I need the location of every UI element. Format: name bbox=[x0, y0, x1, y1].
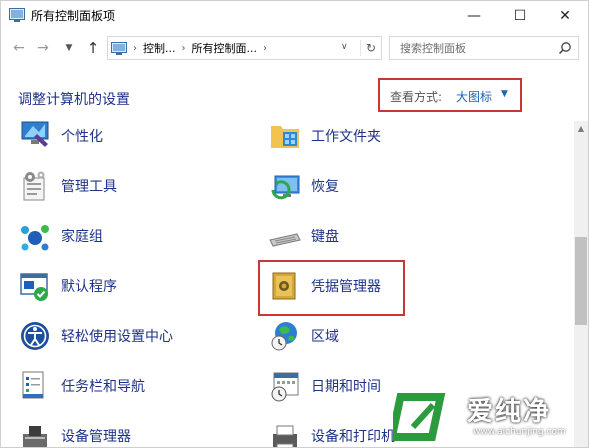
item-region[interactable]: 区域 bbox=[269, 318, 339, 354]
item-label: 轻松使用设置中心 bbox=[61, 329, 173, 345]
chevron-down-icon[interactable]: ▼ bbox=[501, 89, 508, 99]
search-icon[interactable] bbox=[558, 41, 572, 55]
close-icon: ✕ bbox=[559, 8, 571, 24]
refresh-icon: ↻ bbox=[365, 41, 377, 55]
minimize-icon: — bbox=[467, 8, 481, 24]
watermark: 爱纯净 www.aichunjing.com bbox=[393, 385, 588, 447]
homegroup-icon bbox=[21, 225, 49, 251]
item-label: 任务栏和导航 bbox=[61, 379, 145, 395]
device-manager-icon bbox=[23, 426, 47, 447]
scroll-thumb[interactable] bbox=[575, 237, 587, 325]
admin-tools-icon bbox=[23, 171, 45, 201]
back-arrow-icon: ← bbox=[13, 40, 25, 56]
item-default-programs[interactable]: 默认程序 bbox=[19, 268, 117, 304]
item-label: 默认程序 bbox=[61, 279, 117, 295]
chevron-right-icon: › bbox=[263, 42, 267, 54]
item-recovery[interactable]: 恢复 bbox=[269, 168, 339, 204]
recent-locations-button[interactable]: ▼ bbox=[59, 38, 79, 58]
recovery-icon bbox=[271, 175, 300, 200]
taskbar-icon bbox=[22, 371, 44, 399]
view-by-selector[interactable]: 查看方式: 大图标 ▼ bbox=[378, 78, 522, 112]
address-bar[interactable]: › 控制... › 所有控制面... › ∨ ↻ bbox=[107, 36, 382, 60]
forward-arrow-icon: → bbox=[37, 40, 49, 56]
address-dropdown-icon[interactable]: ∨ bbox=[341, 42, 348, 52]
item-label: 设备和打印机 bbox=[311, 429, 395, 445]
item-work-folders[interactable]: 工作文件夹 bbox=[269, 118, 381, 154]
region-icon bbox=[271, 322, 297, 351]
view-by-dropdown[interactable]: 大图标 bbox=[456, 88, 492, 105]
title-bar: 所有控制面板项 — ☐ ✕ bbox=[1, 1, 588, 31]
work-folders-icon bbox=[271, 126, 299, 148]
credential-manager-highlight bbox=[258, 260, 405, 316]
keyboard-icon bbox=[269, 233, 301, 247]
item-admin-tools[interactable]: 管理工具 bbox=[19, 168, 117, 204]
item-personalization[interactable]: 个性化 bbox=[19, 118, 103, 154]
item-date-time[interactable]: 日期和时间 bbox=[269, 368, 381, 404]
close-button[interactable]: ✕ bbox=[542, 1, 588, 31]
personalization-icon bbox=[21, 121, 49, 147]
control-panel-app-icon bbox=[9, 8, 25, 22]
item-devices-printers[interactable]: 设备和打印机 bbox=[269, 418, 395, 447]
search-box[interactable] bbox=[389, 36, 579, 60]
item-label: 恢复 bbox=[311, 179, 339, 195]
back-button[interactable]: ← bbox=[9, 38, 29, 58]
page-title: 调整计算机的设置 bbox=[18, 92, 130, 108]
chevron-right-icon: › bbox=[133, 42, 137, 54]
item-label: 家庭组 bbox=[61, 229, 103, 245]
item-label: 键盘 bbox=[311, 229, 339, 245]
search-input[interactable] bbox=[398, 40, 562, 56]
default-programs-icon bbox=[20, 273, 48, 301]
maximize-icon: ☐ bbox=[513, 8, 527, 24]
date-time-icon bbox=[271, 372, 299, 402]
scroll-up-icon[interactable]: ▲ bbox=[574, 121, 588, 135]
item-label: 个性化 bbox=[61, 129, 103, 145]
control-panel-window: 所有控制面板项 — ☐ ✕ ← → ▼ ↑ › 控制... › 所有控制面...… bbox=[0, 0, 589, 448]
item-label: 日期和时间 bbox=[311, 379, 381, 395]
item-device-manager[interactable]: 设备管理器 bbox=[19, 418, 131, 447]
up-button[interactable]: ↑ bbox=[83, 38, 103, 58]
up-arrow-icon: ↑ bbox=[86, 39, 100, 57]
minimize-button[interactable]: — bbox=[451, 1, 497, 31]
item-label: 区域 bbox=[311, 329, 339, 345]
breadcrumb-all-items[interactable]: 所有控制面... bbox=[192, 40, 258, 56]
watermark-url: www.aichunjing.com bbox=[473, 427, 566, 437]
maximize-button[interactable]: ☐ bbox=[497, 1, 543, 31]
item-keyboard[interactable]: 键盘 bbox=[269, 218, 339, 254]
control-panel-icon bbox=[111, 41, 127, 55]
item-ease-of-access[interactable]: 轻松使用设置中心 bbox=[19, 318, 173, 354]
devices-printers-icon bbox=[273, 425, 297, 447]
view-by-label: 查看方式: bbox=[390, 90, 443, 104]
chevron-right-icon: › bbox=[181, 42, 186, 54]
navigation-bar: ← → ▼ ↑ › 控制... › 所有控制面... › ∨ ↻ bbox=[1, 31, 588, 65]
refresh-button[interactable]: ↻ bbox=[360, 40, 381, 56]
window-title: 所有控制面板项 bbox=[31, 9, 116, 23]
item-taskbar[interactable]: 任务栏和导航 bbox=[19, 368, 145, 404]
item-label: 设备管理器 bbox=[61, 429, 131, 445]
forward-button[interactable]: → bbox=[33, 38, 53, 58]
watermark-text: 爱纯净 bbox=[467, 397, 552, 427]
chevron-down-icon: ▼ bbox=[65, 43, 73, 53]
item-label: 管理工具 bbox=[61, 179, 117, 195]
ease-of-access-icon bbox=[21, 322, 49, 350]
breadcrumb-control-panel[interactable]: 控制... bbox=[143, 40, 176, 56]
item-label: 工作文件夹 bbox=[311, 129, 381, 145]
item-homegroup[interactable]: 家庭组 bbox=[19, 218, 103, 254]
